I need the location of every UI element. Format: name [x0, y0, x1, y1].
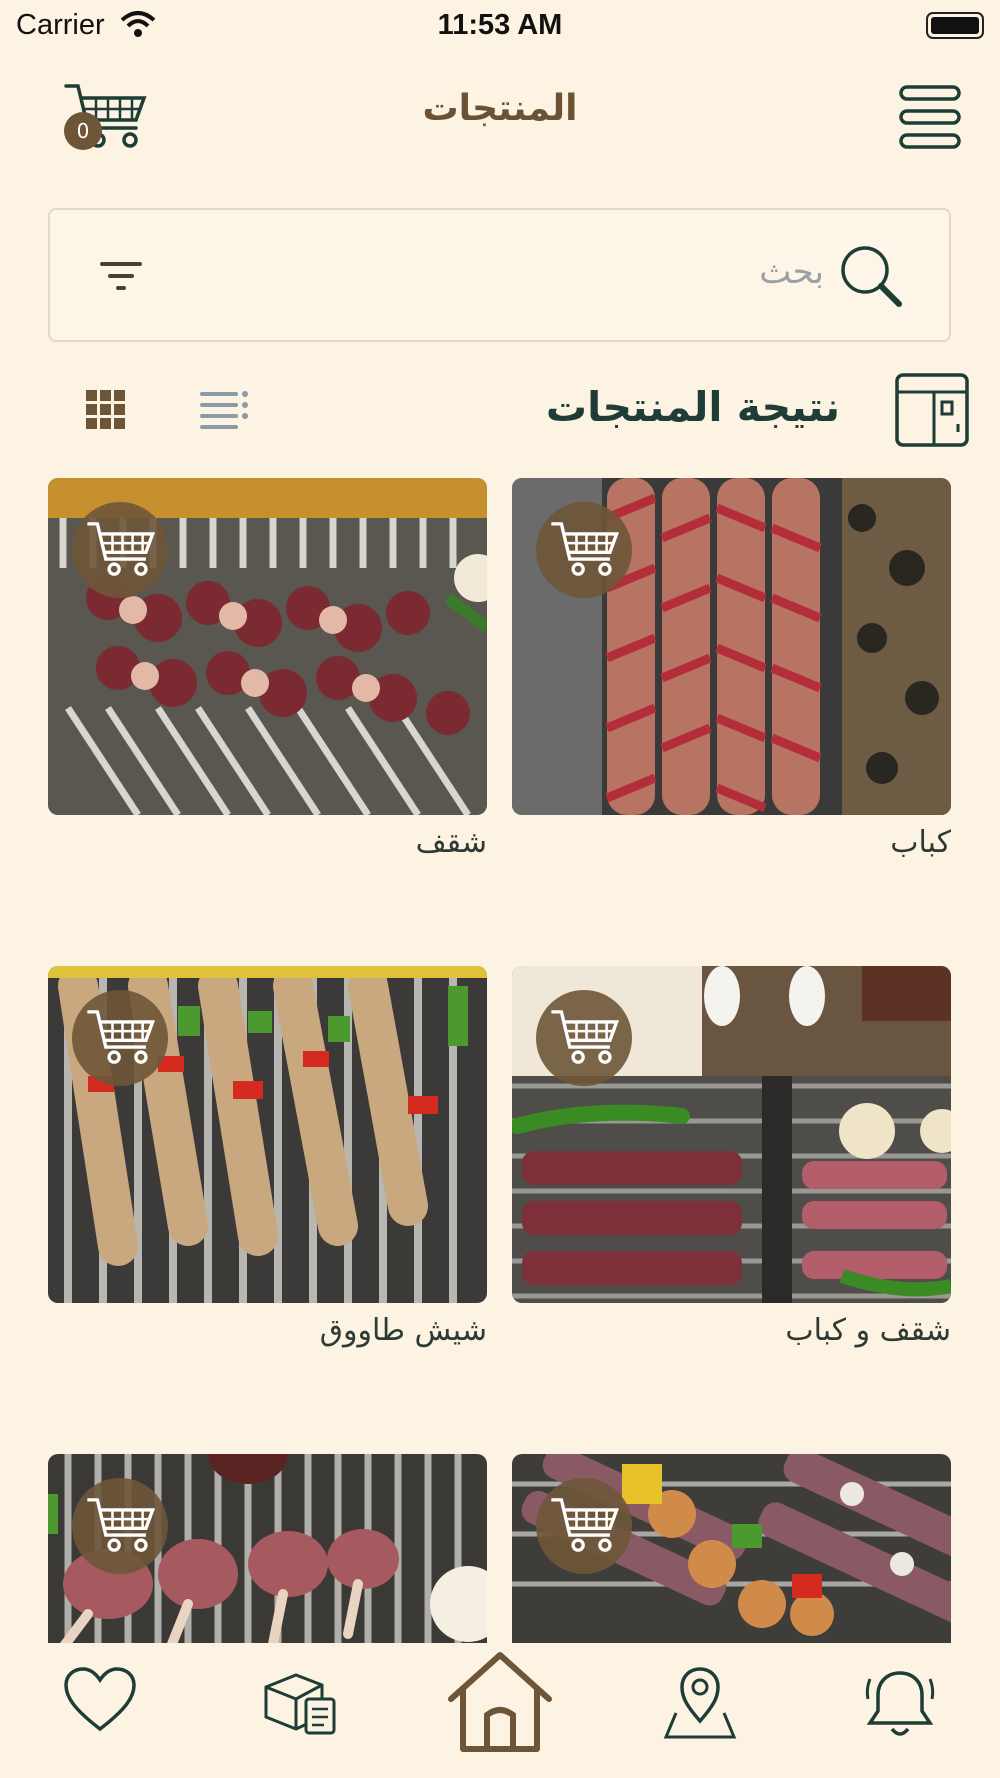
results-header: نتيجة المنتجات: [0, 365, 1000, 455]
list-view-icon[interactable]: [200, 390, 248, 430]
product-name: كباب: [890, 825, 951, 860]
search-bar[interactable]: بحث: [48, 208, 951, 342]
tab-location[interactable]: [662, 1665, 738, 1745]
clock: 11:53 AM: [437, 9, 563, 41]
grid-view-icon[interactable]: [86, 390, 126, 430]
add-to-cart-button[interactable]: [72, 502, 168, 598]
cart-icon: [551, 1498, 620, 1552]
search-icon[interactable]: [837, 242, 905, 310]
add-to-cart-button[interactable]: [536, 1478, 632, 1574]
hamburger-menu-icon: [899, 85, 961, 149]
add-to-cart-button[interactable]: [536, 502, 632, 598]
catalog-icon: [895, 373, 969, 447]
product-card[interactable]: شيش طاووق: [48, 966, 487, 1353]
menu-button[interactable]: [898, 84, 962, 150]
tab-home[interactable]: [445, 1649, 555, 1759]
orders-box-icon: [264, 1673, 336, 1735]
product-image: [512, 966, 951, 1303]
product-image: [48, 478, 487, 815]
cart-icon: [87, 522, 156, 576]
tab-notifications[interactable]: [864, 1665, 936, 1745]
battery-icon: [926, 12, 984, 39]
product-card[interactable]: [48, 1454, 487, 1643]
product-card[interactable]: [512, 1454, 951, 1643]
page-title: المنتجات: [422, 88, 578, 129]
cart-icon: [87, 1010, 156, 1064]
cart-icon: [551, 522, 620, 576]
product-image: [512, 1454, 951, 1643]
cart-icon: [87, 1498, 156, 1552]
product-image: [48, 966, 487, 1303]
tab-favorites[interactable]: [62, 1665, 138, 1739]
bottom-tab-bar: [0, 1645, 1000, 1778]
results-title: نتيجة المنتجات: [545, 383, 840, 431]
home-icon: [448, 1652, 552, 1752]
status-bar: Carrier 11:53 AM: [0, 0, 1000, 52]
product-grid: كباب شقف شقف و كباب شيش طاووق: [0, 478, 1000, 1643]
product-name: شيش طاووق: [319, 1313, 487, 1348]
product-card[interactable]: شقف و كباب: [512, 966, 951, 1353]
cart-icon: [551, 1010, 620, 1064]
product-card[interactable]: كباب: [512, 478, 951, 865]
heart-icon: [64, 1667, 136, 1732]
product-image: [512, 478, 951, 815]
product-card[interactable]: شقف: [48, 478, 487, 865]
filter-icon[interactable]: [98, 258, 144, 294]
bell-icon: [865, 1671, 935, 1736]
nav-header: 0 المنتجات: [0, 60, 1000, 170]
location-pin-icon: [663, 1667, 737, 1739]
add-to-cart-button[interactable]: [72, 990, 168, 1086]
tab-orders[interactable]: [262, 1665, 338, 1741]
add-to-cart-button[interactable]: [536, 990, 632, 1086]
product-name: شقف: [415, 825, 487, 860]
search-input[interactable]: بحث: [759, 252, 824, 292]
product-name: شقف و كباب: [785, 1313, 951, 1348]
product-image: [48, 1454, 487, 1643]
add-to-cart-button[interactable]: [72, 1478, 168, 1574]
